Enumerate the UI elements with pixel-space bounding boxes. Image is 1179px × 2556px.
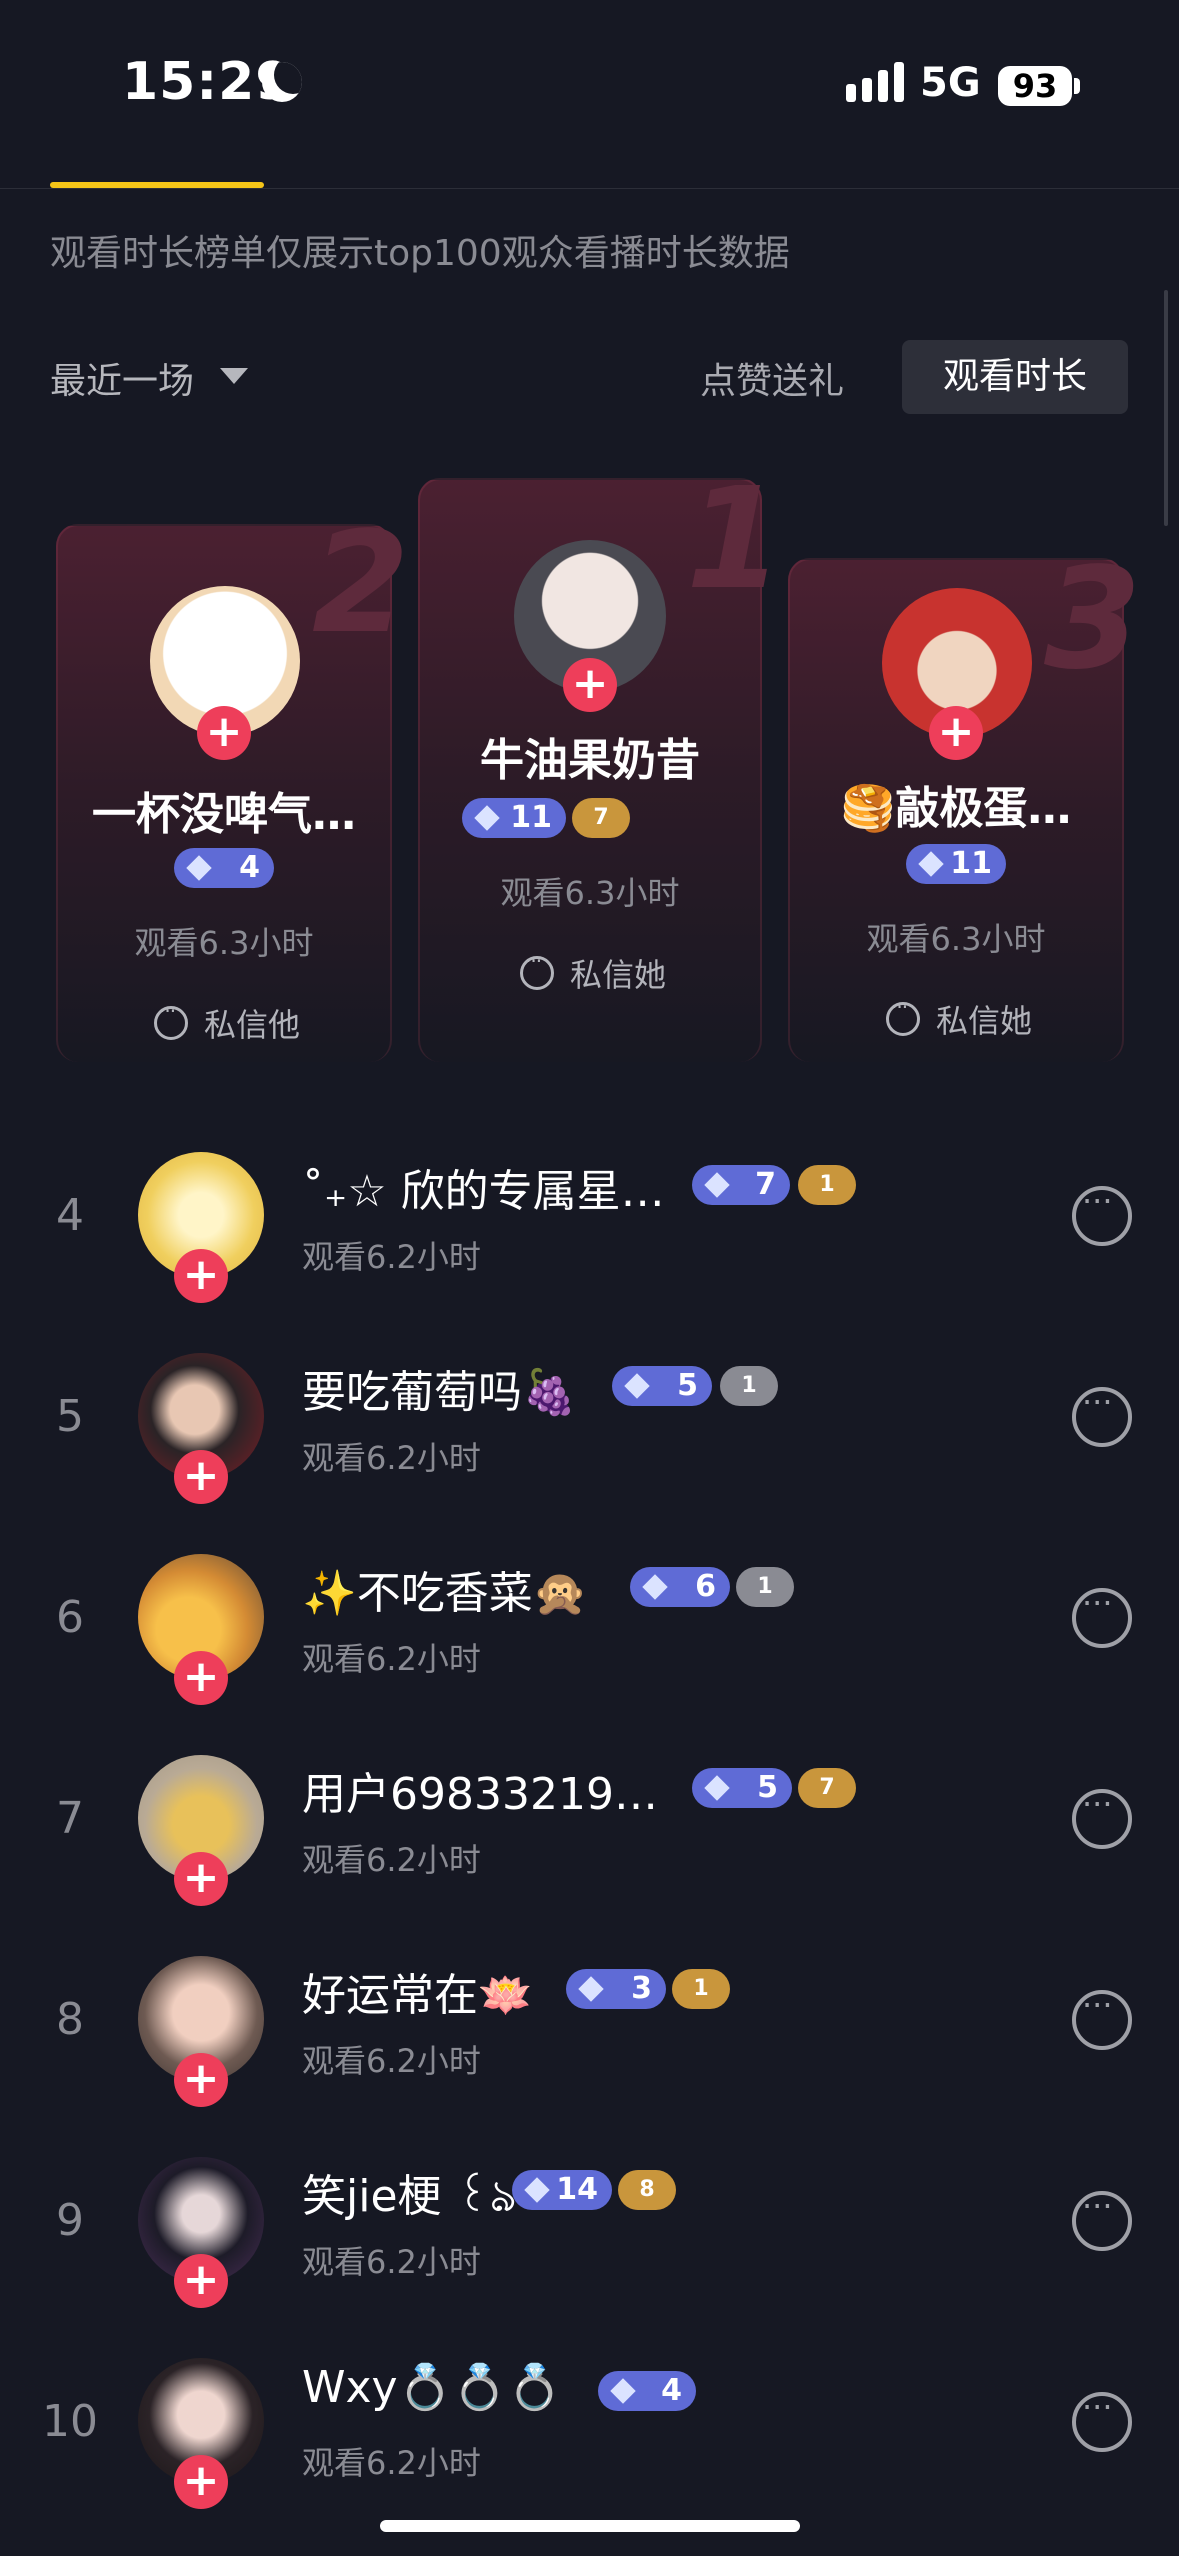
level-badge: 4 [174,848,274,888]
rank-number: 10 [42,2396,98,2447]
podium-card-2[interactable]: 2 + 一杯没啤气… 4 观看6.3小时 私信他 [56,502,409,1062]
signal-icon [846,84,856,102]
level-badge: 11 [906,844,1006,884]
medal-badge: 7 [798,1768,856,1808]
level-badge: 7 [692,1165,790,1205]
battery-level: 93 [998,66,1072,106]
podium-card-1[interactable]: 1 + 牛油果奶昔 11 7 观看6.3小时 私信她 [418,458,783,1062]
rank-number: 6 [56,1592,84,1643]
level-badge: 11 [462,798,566,838]
user-name: 用户69833219… [302,1769,658,1820]
watch-duration: 观看6.3小时 [866,920,1046,958]
watch-duration: 观看6.3小时 [134,924,314,962]
podium-name: 🥞敲极蛋… [840,783,1072,834]
scrollbar[interactable] [1164,290,1168,526]
message-icon [520,949,554,990]
medal-badge: 1 [736,1567,794,1607]
message-icon[interactable] [1072,1785,1132,1849]
rank-number: 3 [1044,538,1142,701]
rank-number: 2 [312,502,410,665]
rank-number: 7 [56,1793,84,1844]
follow-button[interactable]: + [174,2455,228,2509]
signal-icon [862,78,872,102]
message-button[interactable]: 私信他 [204,1000,300,1046]
watch-duration: 观看6.2小时 [302,2042,481,2080]
tab-watch-time[interactable]: 观看时长 [902,340,1128,414]
follow-button[interactable]: + [174,2254,228,2308]
message-icon[interactable] [1072,2388,1132,2452]
level-badge: 14 [512,2170,612,2210]
ranking-notice: 观看时长榜单仅展示top100观众看播时长数据 [50,233,790,274]
medal-badge: 1 [798,1165,856,1205]
message-button[interactable]: 私信她 [936,996,1032,1042]
message-icon [154,999,188,1040]
watch-duration: 观看6.3小时 [500,874,680,912]
follow-button[interactable]: + [929,706,983,760]
follow-button[interactable]: + [563,658,617,712]
tab-likes-gifts[interactable]: 点赞送礼 [700,352,844,404]
watch-duration: 观看6.2小时 [302,1439,481,1477]
podium-name: 一杯没啤气… [92,789,356,840]
user-name: 要吃葡萄吗🍇 [302,1367,577,1418]
divider [0,188,1179,189]
watch-duration: 观看6.2小时 [302,1640,481,1678]
follow-button[interactable]: + [174,1249,228,1303]
level-badge: 6 [630,1567,730,1607]
filter-dropdown[interactable]: 最近一场 [50,352,194,404]
follow-button[interactable]: + [174,1852,228,1906]
message-icon[interactable] [1072,1584,1132,1648]
caret-down-icon[interactable] [220,368,248,384]
level-badge: 5 [612,1366,712,1406]
user-name: 笑jie梗 ꒰ঌ [302,2171,517,2222]
follow-button[interactable]: + [174,2053,228,2107]
user-name: ˚₊☆ 欣的专属星… [302,1166,665,1217]
follow-button[interactable]: + [174,1651,228,1705]
level-badge: 3 [566,1969,666,2009]
watch-duration: 观看6.2小时 [302,1238,481,1276]
podium-card-3[interactable]: 3 + 🥞敲极蛋… 11 观看6.3小时 私信她 [788,538,1141,1062]
rank-number: 5 [56,1391,84,1442]
rank-number: 8 [56,1994,84,2045]
medal-badge: 1 [720,1366,778,1406]
message-icon[interactable] [1072,2187,1132,2251]
battery-icon [1074,78,1080,94]
user-name: Wxy💍💍💍 [302,2362,562,2413]
watch-duration: 观看6.2小时 [302,2243,481,2281]
medal-badge: 1 [672,1969,730,2009]
follow-button[interactable]: + [197,706,251,760]
medal-badge: 7 [572,798,630,838]
user-name: ✨不吃香菜🙊 [302,1568,588,1619]
signal-icon [894,62,904,102]
rank-number: 1 [686,458,784,621]
message-icon[interactable] [1072,1383,1132,1447]
message-icon[interactable] [1072,1182,1132,1246]
user-name: 好运常在🪷 [302,1970,533,2021]
message-icon [886,995,920,1036]
level-badge: 4 [598,2371,696,2411]
medal-badge: 8 [618,2170,676,2210]
network-type: 5G [920,60,981,106]
rank-number: 9 [56,2195,84,2246]
message-button[interactable]: 私信她 [570,950,666,996]
message-icon[interactable] [1072,1986,1132,2050]
signal-icon [878,70,888,102]
follow-button[interactable]: + [174,1450,228,1504]
watch-duration: 观看6.2小时 [302,1841,481,1879]
home-indicator[interactable] [380,2520,800,2532]
podium-name: 牛油果奶昔 [480,735,700,786]
level-badge: 5 [692,1768,792,1808]
watch-duration: 观看6.2小时 [302,2444,481,2482]
moon-icon [262,62,302,102]
rank-number: 4 [56,1190,84,1241]
